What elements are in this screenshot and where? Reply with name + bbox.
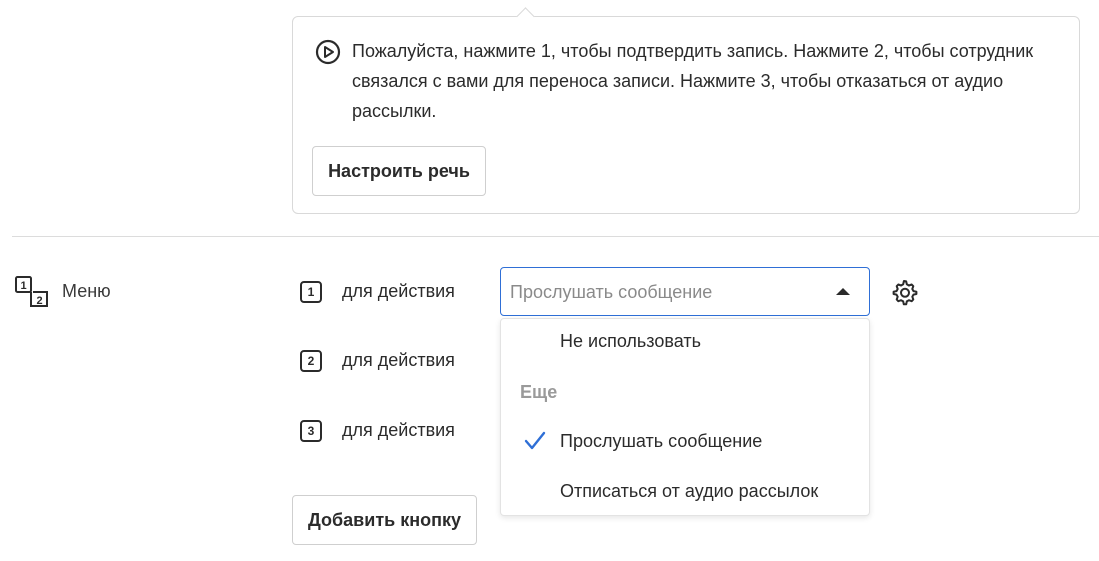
play-circle-icon[interactable]	[315, 39, 341, 65]
page: Пожалуйста, нажмите 1, чтобы подтвердить…	[0, 0, 1099, 561]
key-action-label-3: для действия	[342, 420, 455, 440]
numbered-keys-icon: 1 2	[15, 276, 48, 307]
dropdown-option-label: Прослушать сообщение	[560, 431, 763, 451]
speech-card: Пожалуйста, нажмите 1, чтобы подтвердить…	[292, 7, 1080, 214]
key-badge-1: 1	[300, 281, 322, 303]
speech-text: Пожалуйста, нажмите 1, чтобы подтвердить…	[352, 41, 1034, 121]
tune-speech-button[interactable]: Настроить речь	[312, 146, 486, 196]
dropdown-option-unsubscribe[interactable]: Отписаться от аудио рассылок	[501, 469, 869, 515]
action-select-value: Прослушать сообщение	[510, 282, 713, 302]
dropdown-option-label: Отписаться от аудио рассылок	[560, 481, 819, 501]
svg-text:2: 2	[36, 295, 42, 307]
add-button[interactable]: Добавить кнопку	[292, 495, 477, 545]
section-divider	[12, 236, 1099, 237]
gear-icon[interactable]	[890, 278, 918, 306]
key-action-label-2: для действия	[342, 350, 455, 370]
svg-text:1: 1	[20, 280, 26, 292]
dropdown-group-label: Еще	[520, 382, 558, 402]
key-badge-2: 2	[300, 350, 322, 372]
action-select[interactable]: Прослушать сообщение	[500, 267, 870, 316]
key-action-label-1: для действия	[342, 281, 455, 301]
speech-card-notch	[516, 7, 535, 26]
action-dropdown-menu: Не использовать Еще Прослушать сообщение…	[500, 318, 870, 516]
caret-up-icon	[836, 288, 850, 295]
menu-label: Меню	[62, 281, 111, 301]
dropdown-option-none[interactable]: Не использовать	[501, 319, 869, 365]
dropdown-option-label: Не использовать	[560, 331, 701, 351]
dropdown-option-listen[interactable]: Прослушать сообщение	[501, 419, 869, 465]
key-badge-3: 3	[300, 420, 322, 442]
check-icon	[524, 431, 546, 450]
